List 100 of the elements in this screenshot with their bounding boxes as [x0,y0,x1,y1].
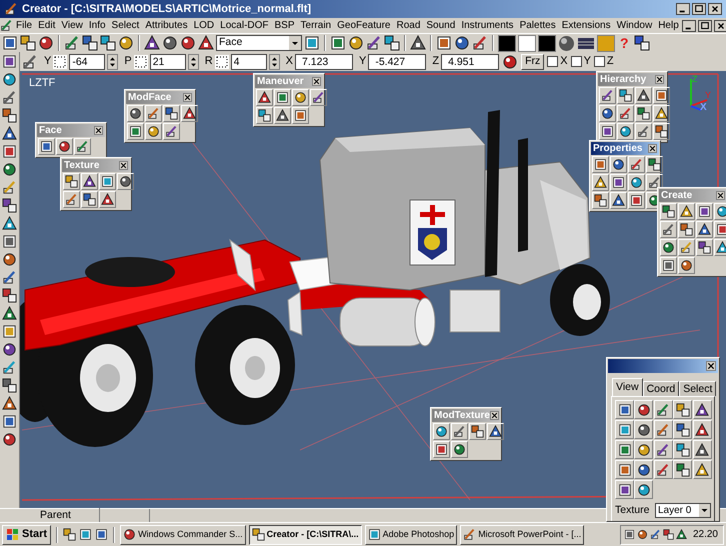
sphere-icon[interactable] [558,34,575,52]
spinner-arrows-icon[interactable] [268,54,280,70]
tool-icon[interactable] [2,144,17,159]
tool-icon[interactable] [330,35,346,51]
document-icon[interactable] [0,19,13,32]
tool-icon[interactable] [2,306,17,321]
tray-icon[interactable] [662,529,674,540]
restore-icon[interactable] [698,20,712,32]
menu-item[interactable]: File [13,20,36,30]
menu-item[interactable]: View [58,20,86,30]
color-swatch[interactable] [518,34,536,52]
tool-icon[interactable] [619,125,632,138]
tool-icon[interactable] [58,140,71,153]
palette-tab[interactable]: Select [679,381,716,396]
tool-icon[interactable] [662,259,675,272]
tool-icon[interactable] [100,35,116,51]
minimize-icon[interactable] [676,3,690,15]
tool-icon[interactable] [76,140,89,153]
palette-tab[interactable]: Coord [642,381,680,396]
close-icon[interactable] [706,361,716,371]
tool-icon[interactable] [676,442,690,456]
tool-icon[interactable] [147,125,160,138]
tray-icon[interactable] [624,529,635,540]
tool-icon[interactable] [453,443,466,456]
tool-icon[interactable] [144,35,160,51]
tool-icon[interactable] [435,425,448,438]
tool-icon[interactable] [312,91,325,104]
menu-item[interactable]: Window [614,20,656,30]
tool-icon[interactable] [276,91,289,104]
tool-icon[interactable] [655,125,668,138]
tool-icon[interactable] [680,241,693,254]
angle-field[interactable]: 4 [230,54,267,70]
menu-item[interactable]: GeoFeature [334,20,394,30]
tool-icon[interactable] [2,198,17,213]
menu-item[interactable]: Sound [423,20,458,30]
tool-icon[interactable] [698,241,711,254]
color-swatch[interactable] [538,34,556,52]
tool-icon[interactable] [294,91,307,104]
tool-icon[interactable] [655,89,668,102]
color-swatch[interactable] [597,34,615,52]
tool-icon[interactable] [2,270,17,285]
tool-icon[interactable] [676,402,690,416]
tool-icon[interactable] [79,528,92,541]
tool-icon[interactable] [716,205,726,218]
tool-icon[interactable] [695,462,710,476]
palette-tab[interactable]: View [612,378,643,396]
tool-icon[interactable] [2,72,17,87]
tool-icon[interactable] [2,234,17,249]
menu-item[interactable]: LOD [190,20,218,30]
tool-icon[interactable] [2,378,17,393]
tool-icon[interactable] [601,107,614,120]
tool-icon[interactable] [119,175,132,188]
tool-icon[interactable] [662,241,675,254]
tool-icon[interactable] [680,259,693,272]
tool-icon[interactable] [410,35,426,51]
tool-icon[interactable] [489,425,502,438]
tool-icon[interactable] [2,90,17,105]
tool-icon[interactable] [2,342,17,357]
tool-icon[interactable] [2,360,17,375]
tool-icon[interactable] [129,125,142,138]
tool-icon[interactable] [594,158,607,171]
tool-icon[interactable] [2,414,17,429]
tool-icon[interactable] [637,125,650,138]
tool-icon[interactable] [637,107,650,120]
tool-icon[interactable] [698,223,711,236]
tool-icon[interactable] [165,107,178,120]
menu-item[interactable]: Local-DOF [217,20,272,30]
tool-icon[interactable] [64,35,80,51]
close-icon[interactable] [708,3,722,15]
tool-icon[interactable] [2,162,17,177]
menu-item[interactable]: Palettes [516,20,559,30]
tool-icon[interactable] [655,107,668,120]
tool-icon[interactable] [366,35,382,51]
tool-icon[interactable] [2,324,17,339]
tool-icon[interactable] [180,35,196,51]
tray-icon[interactable] [636,529,648,540]
tool-icon[interactable] [2,108,17,123]
tool-icon[interactable] [676,422,690,436]
tool-icon[interactable] [716,241,726,254]
tool-icon[interactable] [471,425,484,438]
minimize-icon[interactable] [682,20,696,32]
menu-item[interactable]: Info [86,20,109,30]
tool-icon[interactable] [594,194,607,207]
tool-icon[interactable] [2,396,17,411]
tool-icon[interactable] [716,223,726,236]
close-icon[interactable] [655,75,664,84]
tool-icon[interactable] [83,193,96,206]
angle-field[interactable]: -64 [69,54,106,70]
tool-icon[interactable] [618,482,632,496]
tray-icon[interactable] [676,529,687,540]
tool-icon[interactable] [304,35,320,51]
tool-icon[interactable] [695,402,710,416]
tool-icon[interactable] [648,176,661,189]
tool-icon[interactable] [618,442,632,456]
tool-icon[interactable] [636,462,651,476]
tool-icon[interactable] [82,35,98,51]
close-icon[interactable] [183,93,192,102]
start-button[interactable]: Start [2,524,52,544]
tool-icon[interactable] [630,158,643,171]
checkbox[interactable] [594,56,605,67]
